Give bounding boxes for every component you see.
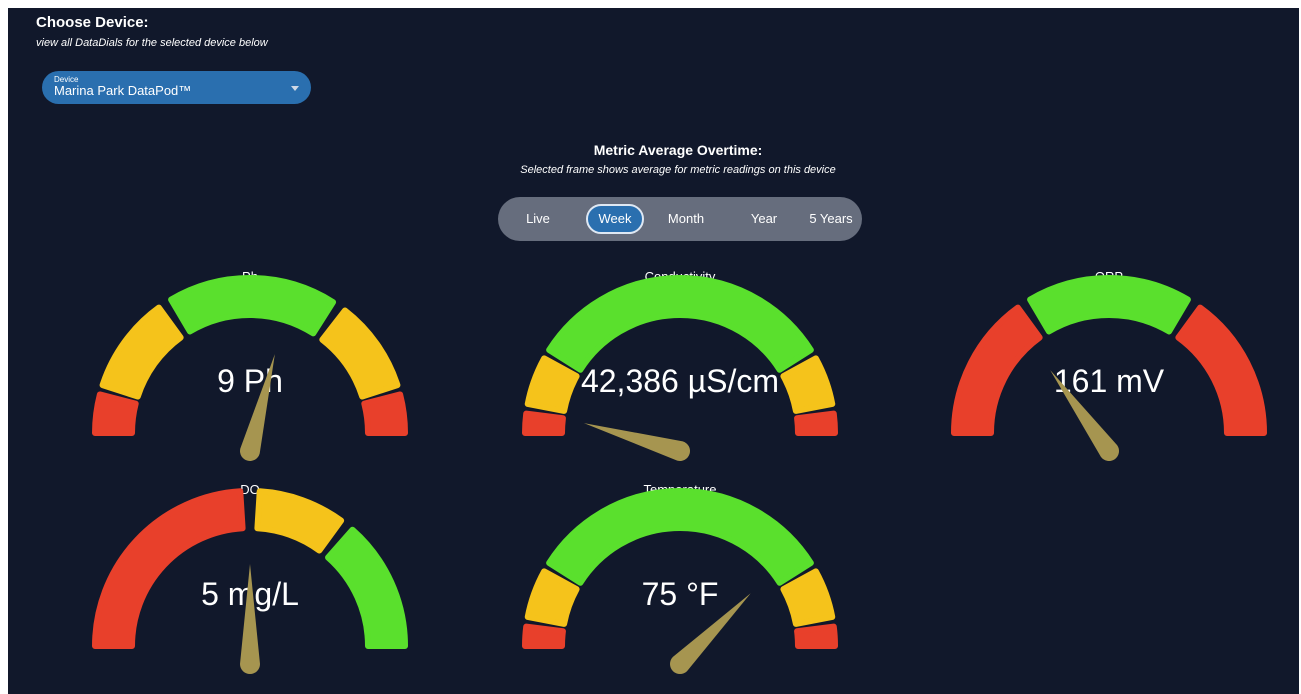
gauge-segment-red	[361, 391, 408, 436]
tab-year[interactable]: Year	[742, 204, 786, 234]
gauge-segment-green	[168, 275, 337, 337]
gauge-segment-green	[1027, 275, 1191, 335]
tab-5-years[interactable]: 5 Years	[804, 204, 858, 234]
tab-live[interactable]: Live	[516, 204, 560, 234]
gauge-value: 42,386 µS/cm	[580, 363, 780, 399]
gauge-segment-red	[92, 488, 246, 649]
gauge-segment-green	[546, 488, 814, 586]
tab-week[interactable]: Week	[586, 204, 644, 234]
gauge-value: 75 °F	[641, 576, 719, 612]
gauge-needle	[1050, 370, 1119, 461]
datadials-panel: Choose Device: view all DataDials for th…	[8, 8, 1299, 694]
device-selected-value: Marina Park DataPod™	[54, 83, 192, 98]
choose-device-subheading: view all DataDials for the selected devi…	[36, 37, 268, 49]
gauge-segment-red	[522, 623, 566, 649]
metric-heading: Metric Average Overtime:	[593, 142, 763, 158]
gauge-segment-red	[92, 391, 139, 436]
metric-subheading: Selected frame shows average for metric …	[520, 164, 836, 176]
gauge-needle	[240, 564, 260, 674]
gauge-segment-red	[794, 623, 838, 649]
gauge-segment-yellow	[254, 488, 345, 554]
gauge-segment-green	[546, 275, 814, 373]
gauge-title: DO	[240, 482, 260, 497]
gauge-needle	[583, 423, 690, 461]
device-select[interactable]: Device Marina Park DataPod™	[42, 71, 311, 104]
gauge-needle	[669, 593, 751, 675]
tab-month[interactable]: Month	[664, 204, 708, 234]
needle-icon	[583, 423, 690, 461]
choose-device-heading: Choose Device:	[36, 14, 149, 31]
gauge-segment-red	[794, 410, 838, 436]
gauge-needle	[240, 354, 275, 461]
chevron-down-icon	[291, 86, 299, 91]
gauge-value: 9 Ph	[217, 363, 283, 399]
timeframe-tabs: Live Week Month Year 5 Years	[498, 197, 862, 241]
gauge-segment-red	[522, 410, 566, 436]
gauge-value: 161 mV	[1053, 363, 1165, 399]
